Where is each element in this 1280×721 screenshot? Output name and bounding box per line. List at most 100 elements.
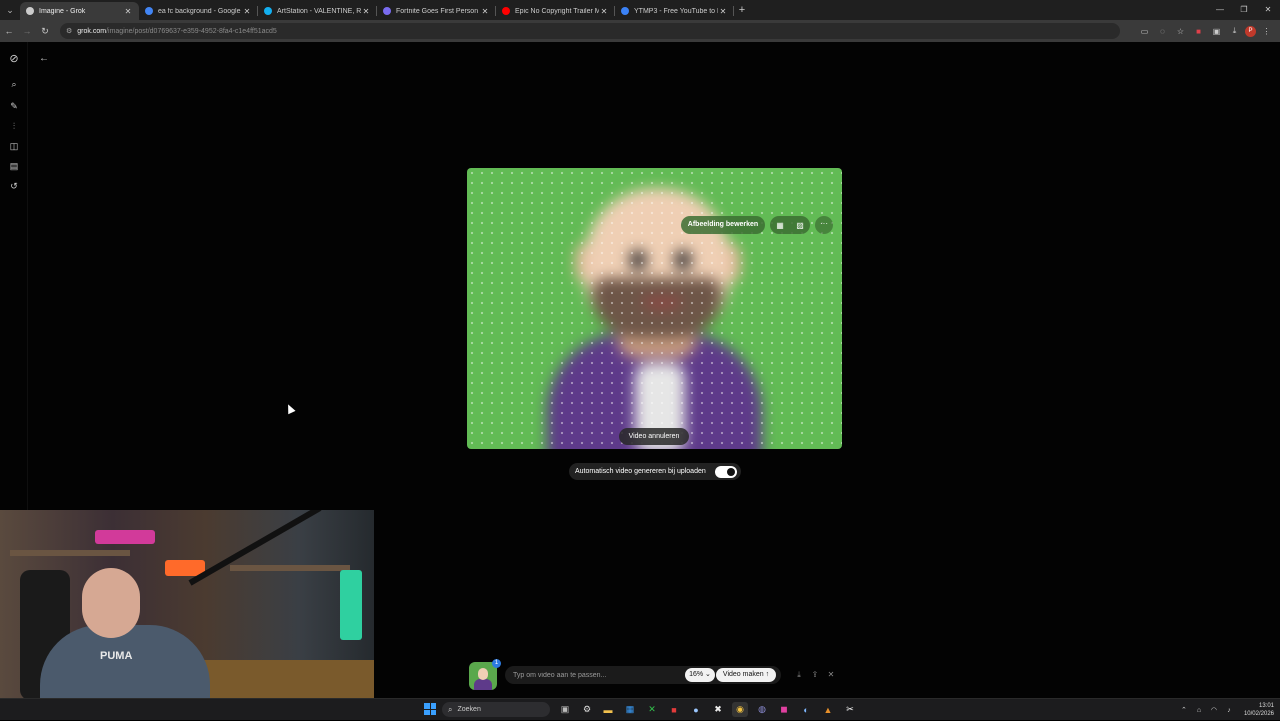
- tab-title: ea fc background - Google Zoe: [158, 7, 242, 15]
- tab-title: Fortnite Goes First Person with: [396, 7, 480, 15]
- new-chat-icon[interactable]: ✎: [7, 99, 21, 113]
- orange-app-icon[interactable]: ▲: [820, 702, 836, 717]
- hoodie-logo: PUMA: [100, 650, 133, 662]
- app-icon[interactable]: ●: [688, 702, 704, 717]
- browser-tab[interactable]: ArtStation - VALENTINE, RED D✕: [258, 2, 377, 20]
- xbox-icon[interactable]: ✕: [644, 702, 660, 717]
- percent-dropdown[interactable]: 16% ⌄: [685, 668, 715, 682]
- task-view-icon[interactable]: ▣: [557, 702, 573, 717]
- imagine-icon[interactable]: ◫: [7, 139, 21, 153]
- windows-taskbar: ⌕ Zoeken ▣ ⚙ ▬ ▦ ✕ ■ ● ✖ ◉ ◍ ◼ ◐ ▲ ✂ ⌃ ⌂…: [0, 698, 1280, 720]
- tab-favicon-icon: [502, 7, 510, 15]
- video-frame-icon[interactable]: ▦: [776, 221, 784, 230]
- window-controls: — ❐ ✕: [1208, 0, 1280, 20]
- store-icon[interactable]: ▦: [622, 702, 638, 717]
- tab-close-icon[interactable]: ✕: [718, 7, 728, 16]
- webcam-shelf: [10, 550, 130, 556]
- red-app-icon[interactable]: ■: [666, 702, 682, 717]
- more-options-button[interactable]: ···: [815, 216, 833, 234]
- wifi-icon[interactable]: ◠: [1208, 706, 1220, 714]
- cast-icon[interactable]: ▭: [1137, 27, 1152, 36]
- address-bar[interactable]: ⚙ grok.com/imagine/post/d0769637-e359-49…: [60, 23, 1120, 39]
- auto-video-toggle[interactable]: [715, 465, 737, 478]
- file-explorer-icon[interactable]: ▬: [600, 702, 616, 717]
- url-path: /imagine/post/d0769637-e359-4952-8fa4-c1…: [106, 27, 277, 35]
- forward-icon[interactable]: →: [18, 26, 36, 36]
- browser-tab[interactable]: ea fc background - Google Zoe✕: [139, 2, 258, 20]
- taskbar-search[interactable]: ⌕ Zoeken: [442, 702, 550, 717]
- tab-close-icon[interactable]: ✕: [480, 7, 490, 16]
- browser-tab[interactable]: YTMP3 - Free YouTube to MP3✕: [615, 2, 734, 20]
- reload-icon[interactable]: ↻: [36, 26, 54, 37]
- video-prompt-input[interactable]: [513, 668, 681, 682]
- grok-logo-icon[interactable]: ⊘: [7, 51, 21, 65]
- minimize-icon[interactable]: —: [1208, 0, 1232, 20]
- projects-icon[interactable]: ▤: [7, 159, 21, 173]
- tray-chevron-icon[interactable]: ⌃: [1178, 706, 1190, 714]
- cancel-video-button[interactable]: Video annuleren: [619, 428, 689, 445]
- profile-avatar[interactable]: P: [1245, 25, 1256, 37]
- windows-start-icon[interactable]: [424, 703, 436, 715]
- network-icon[interactable]: ⌂: [1193, 707, 1205, 714]
- tab-favicon-icon: [383, 7, 391, 15]
- make-video-button[interactable]: Video maken ↑: [716, 668, 776, 682]
- tab-close-icon[interactable]: ✕: [123, 7, 133, 16]
- close-icon[interactable]: ✕: [825, 668, 837, 682]
- extension-icon[interactable]: ■: [1191, 27, 1206, 36]
- tab-title: Epic No Copyright Trailer Musi: [515, 7, 599, 15]
- bookmark-star-icon[interactable]: ☆: [1173, 27, 1188, 36]
- share-icon[interactable]: ⇪: [809, 668, 821, 682]
- taskbar-search-label: Zoeken: [457, 706, 481, 713]
- webcam-overlay: PUMA: [0, 510, 374, 698]
- tab-list: Imagine - Grok ✕ ea fc background - Google…: [20, 0, 734, 20]
- tab-close-icon[interactable]: ✕: [599, 7, 609, 16]
- download-icon[interactable]: ⤓: [793, 668, 805, 682]
- x-app-icon[interactable]: ✖: [710, 702, 726, 717]
- system-tray: ⌃ ⌂ ◠ ♪ 13:01 10/02/2026: [1178, 699, 1280, 721]
- clock-time: 13:01: [1258, 703, 1274, 709]
- voice-icon[interactable]: ⫶: [7, 119, 21, 133]
- tab-favicon-icon: [621, 7, 629, 15]
- chrome-icon[interactable]: ◉: [732, 702, 748, 717]
- download-icon[interactable]: ⤓: [1227, 26, 1242, 36]
- new-tab-button[interactable]: +: [734, 4, 750, 16]
- back-icon[interactable]: ←: [0, 26, 18, 36]
- tab-close-icon[interactable]: ✕: [361, 7, 371, 16]
- tab-favicon-icon: [264, 7, 272, 15]
- clock[interactable]: 13:01 10/02/2026: [1244, 702, 1274, 718]
- image-icon[interactable]: ▨: [796, 221, 804, 230]
- browser-tab[interactable]: Epic No Copyright Trailer Musi✕: [496, 2, 615, 20]
- auto-video-label: Automatisch video genereren bij uploaden: [575, 468, 706, 475]
- clock-date: 10/02/2026: [1243, 711, 1274, 717]
- close-window-icon[interactable]: ✕: [1256, 0, 1280, 20]
- toggle-knob: [727, 467, 735, 476]
- edit-image-button[interactable]: Afbeelding bewerken: [681, 216, 765, 234]
- thumb-body: [474, 679, 492, 690]
- capcut-icon[interactable]: ✂: [842, 702, 858, 717]
- tab-close-icon[interactable]: ✕: [242, 7, 252, 16]
- discord-icon[interactable]: ◍: [754, 702, 770, 717]
- browser-tab[interactable]: Imagine - Grok ✕: [20, 2, 139, 20]
- volume-icon[interactable]: ♪: [1223, 707, 1235, 714]
- steam-icon[interactable]: ◐: [798, 702, 814, 717]
- settings-gear-icon[interactable]: ⚙: [579, 702, 595, 717]
- eye-off-icon[interactable]: ◌: [1155, 27, 1170, 36]
- tab-title: ArtStation - VALENTINE, RED D: [277, 7, 361, 15]
- browser-toolbar: ← → ↻ ⚙ grok.com/imagine/post/d0769637-e…: [0, 20, 1280, 42]
- url-host: grok.com: [77, 27, 107, 35]
- history-icon[interactable]: ↺: [7, 179, 21, 193]
- back-arrow-button[interactable]: ←: [38, 53, 50, 65]
- tab-title: Imagine - Grok: [39, 7, 86, 15]
- generated-image-card[interactable]: [467, 168, 842, 449]
- menu-kebab-icon[interactable]: ⋮: [1259, 27, 1274, 36]
- loading-dot-overlay: [467, 168, 842, 449]
- restore-icon[interactable]: ❐: [1232, 0, 1256, 20]
- extensions-puzzle-icon[interactable]: ▣: [1209, 27, 1224, 36]
- tab-search-button[interactable]: ⌄: [0, 0, 20, 20]
- browser-tab[interactable]: Fortnite Goes First Person with✕: [377, 2, 496, 20]
- tab-favicon-icon: [26, 7, 34, 15]
- media-app-icon[interactable]: ◼: [776, 702, 792, 717]
- site-info-icon[interactable]: ⚙: [66, 27, 72, 35]
- neon-sign: [95, 530, 155, 544]
- search-icon[interactable]: ⌕: [7, 77, 21, 91]
